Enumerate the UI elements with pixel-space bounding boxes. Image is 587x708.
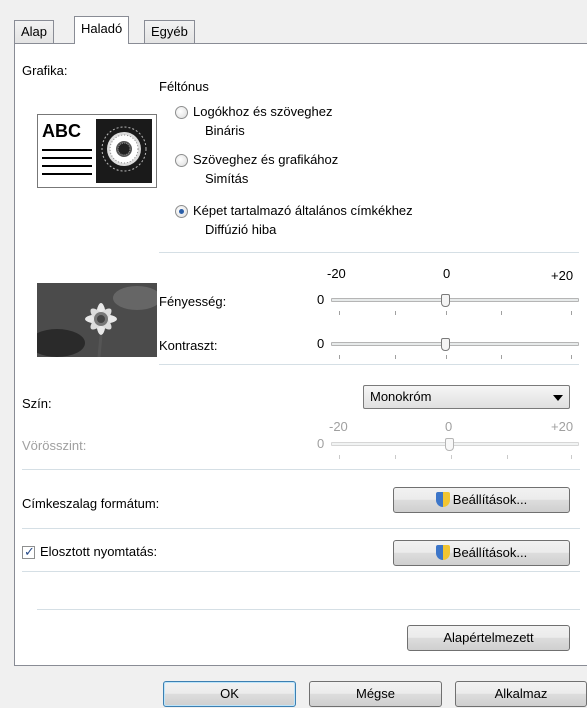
separator [37,609,580,610]
option-logos-text-sub: Bináris [205,123,245,138]
brightness-label: Fényesség: [159,294,227,309]
tab-alap[interactable]: Alap [14,20,55,44]
contrast-slider-thumb[interactable] [441,338,450,351]
option-logos-text-title: Logókhoz és szöveghez [193,104,333,119]
shield-icon [435,545,450,560]
contrast-slider-track [331,342,579,346]
brightness-slider-track [331,298,579,302]
scale-max-label: +20 [551,268,574,283]
cancel-button[interactable]: Mégse [309,681,442,707]
color-label: Szín: [22,396,52,411]
red-scale-mid-label: 0 [445,419,453,434]
restore-defaults-button[interactable]: Alapértelmezett [407,625,570,651]
tape-format-settings-button-label: Beállítások... [452,492,528,507]
preview-lines-icon [42,149,92,175]
tab-egyeb[interactable]: Egyéb [144,20,195,44]
separator [159,252,579,253]
advanced-settings-panel: Grafika: ABC Féltónus Logókhoz és szöveg… [14,43,587,666]
separator [22,528,580,529]
tape-format-label: Címkeszalag formátum: [22,496,160,511]
red-level-slider-thumb[interactable] [445,438,454,451]
brightness-value: 0 [317,292,325,307]
sunflower-preview-image [37,283,157,357]
chevron-down-icon [553,395,563,401]
preview-flower-icon [96,119,152,183]
red-level-label: Vörösszint: [22,438,87,453]
color-select-value: Monokróm [370,389,432,404]
checkmark-icon: ✓ [24,544,35,559]
color-select[interactable]: Monokróm [363,385,570,409]
separator [22,469,580,470]
distributed-printing-settings-button[interactable]: Beállítások... [393,540,570,566]
red-scale-min-label: -20 [329,419,348,434]
brightness-slider-thumb[interactable] [441,294,450,307]
halftone-heading: Féltónus [159,79,209,94]
ok-button[interactable]: OK [163,681,296,707]
option-text-graphics-title: Szöveghez és grafikához [193,152,339,167]
red-scale-max-label: +20 [551,419,574,434]
radio-logos-text[interactable] [175,106,188,119]
apply-button[interactable]: Alkalmaz [455,681,587,707]
contrast-label: Kontraszt: [159,338,218,353]
separator [159,364,579,365]
halftone-preview-image: ABC [37,114,157,188]
tape-format-settings-button[interactable]: Beállítások... [393,487,570,513]
red-level-value: 0 [317,436,325,451]
distributed-printing-checkbox[interactable]: ✓ [22,544,35,559]
scale-mid-label: 0 [443,266,451,281]
option-photo-labels-title: Képet tartalmazó általános címkékhez [193,203,413,218]
separator [22,571,580,572]
graphics-label: Grafika: [22,63,68,78]
red-level-slider-track [331,442,579,446]
shield-icon [435,492,450,507]
scale-min-label: -20 [327,266,346,281]
red-level-slider[interactable] [331,436,581,466]
option-text-graphics-sub: Simítás [205,171,249,186]
preview-abc-text: ABC [42,121,81,141]
brightness-slider[interactable] [331,292,581,322]
distributed-printing-label: Elosztott nyomtatás: [40,544,158,559]
tab-halado[interactable]: Haladó [74,16,130,44]
distributed-printing-settings-button-label: Beállítások... [452,545,528,560]
contrast-slider[interactable] [331,336,581,366]
contrast-value: 0 [317,336,325,351]
radio-photo-labels[interactable] [175,205,188,218]
radio-text-graphics[interactable] [175,154,188,167]
option-photo-labels-sub: Diffúzió hiba [205,222,277,237]
